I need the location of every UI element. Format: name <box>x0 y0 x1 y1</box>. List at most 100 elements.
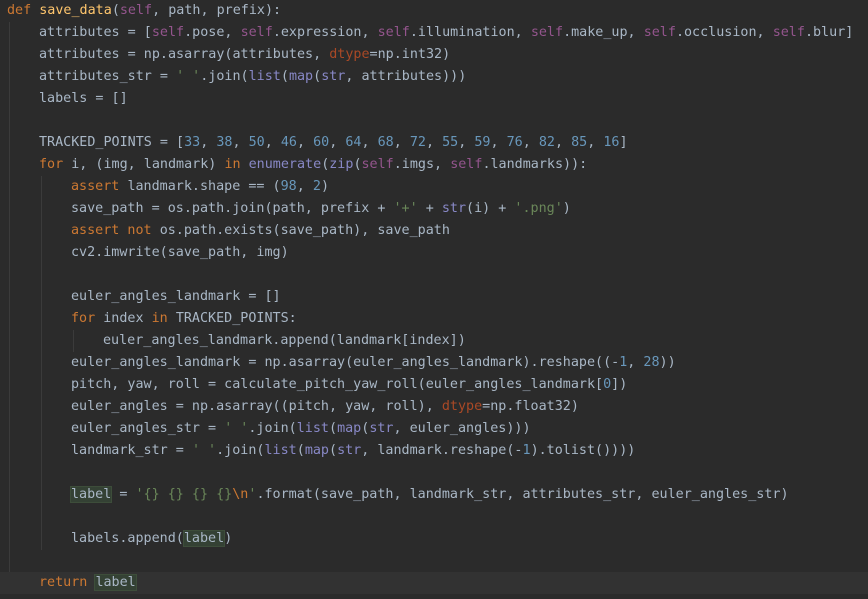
code-token: '{} {} {} {} <box>135 487 233 502</box>
code-line[interactable] <box>0 462 868 484</box>
code-line[interactable]: pitch, yaw, roll = calculate_pitch_yaw_r… <box>0 374 868 396</box>
code-line[interactable]: attributes = np.asarray(attributes, dtyp… <box>0 44 868 66</box>
code-token: 72 <box>409 135 426 150</box>
code-token: 16 <box>603 135 620 150</box>
code-line[interactable] <box>0 506 868 528</box>
code-token: str <box>321 69 346 84</box>
code-token: 82 <box>538 135 555 150</box>
code-token: attributes_str = <box>39 69 177 84</box>
code-line[interactable] <box>0 110 868 132</box>
code-line-content: attributes_str = ' '.join(list(map(str, … <box>39 66 466 88</box>
code-token: , <box>297 135 314 150</box>
code-token: , <box>232 135 249 150</box>
code-line-content: euler_angles_landmark.append(landmark[in… <box>103 330 466 352</box>
code-line[interactable]: def save_data(self, path, prefix): <box>0 0 868 22</box>
code-token: .join( <box>216 443 265 458</box>
code-token: pitch, yaw, roll = calculate_pitch_yaw_r… <box>71 377 604 392</box>
code-token: enumerate <box>248 157 322 172</box>
code-token: euler_angles_landmark = [] <box>71 289 281 304</box>
code-token: 33 <box>184 135 201 150</box>
code-token: ) <box>320 179 329 194</box>
code-token: 64 <box>345 135 362 150</box>
code-line[interactable]: return label <box>0 572 868 594</box>
code-line-content: save_path = os.path.join(path, prefix + … <box>71 198 571 220</box>
code-token: 98 <box>280 179 297 194</box>
code-token: '+' <box>393 201 418 216</box>
code-token: = <box>111 487 136 502</box>
code-line[interactable]: save_path = os.path.join(path, prefix + … <box>0 198 868 220</box>
code-line[interactable]: for index in TRACKED_POINTS: <box>0 308 868 330</box>
code-token: 28 <box>643 355 660 370</box>
code-line[interactable]: euler_angles = np.asarray((pitch, yaw, r… <box>0 396 868 418</box>
code-line-content: label = '{} {} {} {}\n'.format(save_path… <box>69 484 789 506</box>
code-token: , <box>296 179 313 194</box>
code-token: .pose, <box>184 25 241 40</box>
code-editor[interactable]: def save_data(self, path, prefix): attrib… <box>0 0 868 599</box>
code-line[interactable]: euler_angles_landmark = np.asarray(euler… <box>0 352 868 374</box>
code-token: , euler_angles))) <box>393 421 531 436</box>
code-token: .join( <box>200 69 249 84</box>
code-line-content: assert not os.path.exists(save_path), sa… <box>71 220 450 242</box>
code-line[interactable]: attributes = [self.pose, self.expression… <box>0 22 868 44</box>
code-line[interactable]: for i, (img, landmark) in enumerate(zip(… <box>0 154 868 176</box>
code-token: =np.float32) <box>482 399 579 414</box>
code-line[interactable]: euler_angles_landmark.append(landmark[in… <box>0 330 868 352</box>
code-token: , attributes))) <box>345 69 467 84</box>
code-token: ( <box>353 157 362 172</box>
code-line[interactable]: euler_angles_landmark = [] <box>0 286 868 308</box>
code-line-content: euler_angles_str = ' '.join(list(map(str… <box>71 418 531 440</box>
code-token: self <box>151 25 185 40</box>
code-token: assert <box>71 179 128 194</box>
indent-guide <box>73 330 74 352</box>
code-line[interactable]: attributes_str = ' '.join(list(map(str, … <box>0 66 868 88</box>
code-token: label <box>94 574 137 591</box>
code-token: .join( <box>248 421 297 436</box>
code-line[interactable]: assert landmark.shape == (98, 2) <box>0 176 868 198</box>
code-line-content: return label <box>39 572 137 594</box>
code-token: return <box>39 575 96 590</box>
code-line[interactable] <box>0 264 868 286</box>
code-line[interactable]: TRACKED_POINTS = [33, 38, 50, 46, 60, 64… <box>0 132 868 154</box>
code-token: , <box>426 135 443 150</box>
code-line-content: for i, (img, landmark) in enumerate(zip(… <box>39 154 587 176</box>
code-line[interactable]: labels.append(label) <box>0 528 868 550</box>
code-line[interactable]: label = '{} {} {} {}\n'.format(save_path… <box>0 484 868 506</box>
code-token: map <box>337 421 362 436</box>
code-token: 85 <box>571 135 588 150</box>
code-line[interactable]: labels = [] <box>0 88 868 110</box>
code-token: , <box>522 135 539 150</box>
code-line[interactable]: landmark_str = ' '.join(list(map(str, la… <box>0 440 868 462</box>
code-line[interactable] <box>0 550 868 572</box>
code-line-content: pitch, yaw, roll = calculate_pitch_yaw_r… <box>71 374 627 396</box>
code-line-content: euler_angles = np.asarray((pitch, yaw, r… <box>71 396 579 418</box>
code-token: os.path.exists(save_path), save_path <box>159 223 450 238</box>
code-token: , <box>200 135 217 150</box>
code-token: , <box>458 135 475 150</box>
code-token: ) <box>562 201 571 216</box>
code-line[interactable]: euler_angles_str = ' '.join(list(map(str… <box>0 418 868 440</box>
code-token: 46 <box>280 135 297 150</box>
code-token: , <box>587 135 604 150</box>
code-line[interactable]: assert not os.path.exists(save_path), sa… <box>0 220 868 242</box>
code-token: list <box>296 421 329 436</box>
code-token: ( <box>111 3 120 18</box>
code-token: map <box>304 443 329 458</box>
code-token: TRACKED_POINTS = [ <box>39 135 185 150</box>
code-token: euler_angles_landmark = np.asarray(euler… <box>71 355 620 370</box>
code-token: dtype <box>329 47 370 62</box>
code-token: =np.int32) <box>369 47 451 62</box>
code-token: , <box>555 135 572 150</box>
code-token: .imgs, <box>393 157 451 172</box>
code-token: ( <box>329 421 338 436</box>
code-token: self <box>530 25 564 40</box>
code-token: landmark.shape == ( <box>127 179 281 194</box>
code-token: index <box>103 311 152 326</box>
code-token: 55 <box>442 135 459 150</box>
code-line-content: def save_data(self, path, prefix): <box>7 0 281 22</box>
code-line-content: euler_angles_landmark = np.asarray(euler… <box>71 352 676 374</box>
code-token: .occlusion, <box>675 25 773 40</box>
code-token: \n <box>232 487 249 502</box>
code-line[interactable]: cv2.imwrite(save_path, img) <box>0 242 868 264</box>
code-token: attributes = [ <box>39 25 152 40</box>
code-token: 1 <box>522 443 531 458</box>
